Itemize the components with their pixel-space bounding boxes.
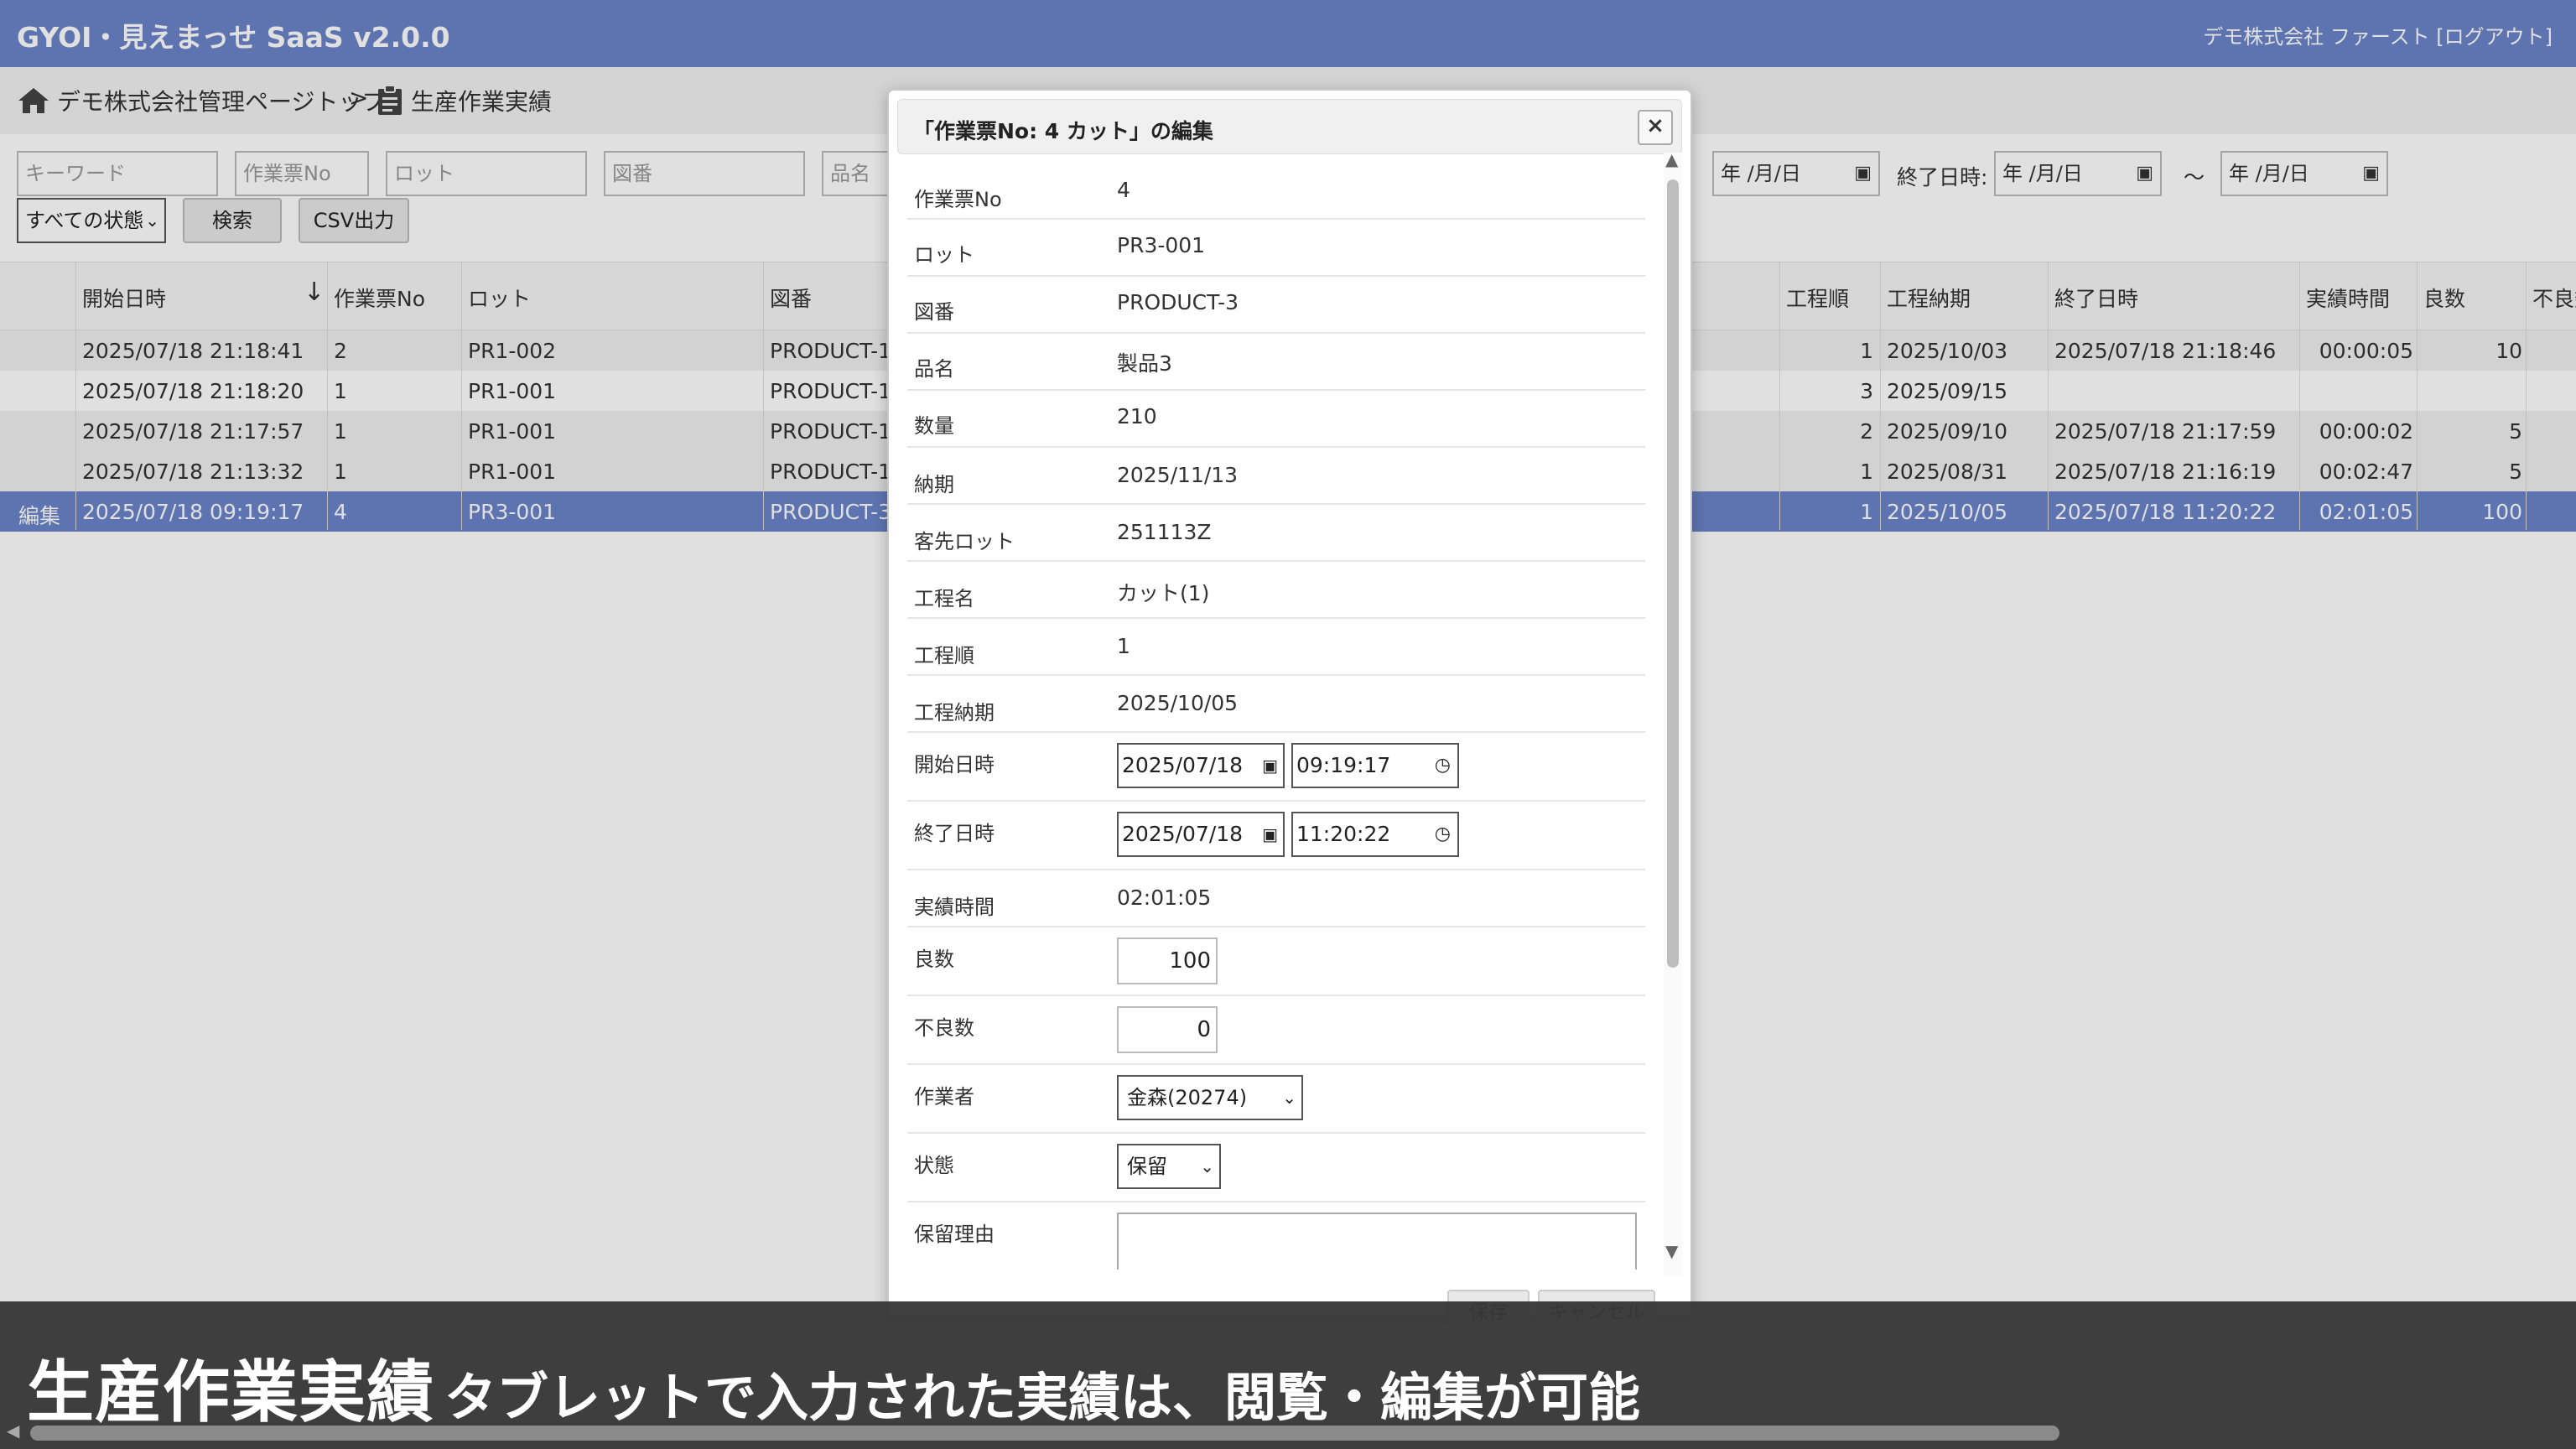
close-button[interactable]: × bbox=[1638, 110, 1673, 145]
caption-title: 生産作業実績 bbox=[27, 1353, 434, 1431]
field-row-lot: ロット PR3-001 bbox=[907, 220, 1645, 277]
scroll-up-icon[interactable]: ▲ bbox=[1665, 149, 1678, 169]
field-row-actual: 実績時間 02:01:05 bbox=[907, 870, 1645, 927]
field-row-proc-name: 工程名 カット(1) bbox=[907, 562, 1645, 619]
field-value: 製品3 bbox=[1117, 351, 1172, 376]
worker-select-value: 金森(20274) bbox=[1127, 1086, 1248, 1109]
field-label: 品名 bbox=[914, 357, 954, 381]
field-row-proc-due: 工程納期 2025/10/05 bbox=[907, 676, 1645, 733]
field-label: 保留理由 bbox=[914, 1223, 995, 1246]
good-count-input[interactable]: 100 bbox=[1117, 937, 1218, 984]
status-select[interactable]: 保留 ⌄ bbox=[1117, 1144, 1221, 1189]
field-label: 工程納期 bbox=[914, 701, 995, 724]
scroll-left-icon[interactable]: ◀ bbox=[7, 1420, 19, 1441]
status-select-value: 保留 bbox=[1127, 1155, 1167, 1178]
end-date-value: 2025/07/18 bbox=[1122, 822, 1244, 846]
field-label: 不良数 bbox=[914, 1016, 974, 1040]
field-value: PRODUCT-3 bbox=[1117, 290, 1239, 314]
dialog-form: 作業票No 4 ロット PR3-001 図番 PRODUCT-3 品名 製品3 … bbox=[907, 163, 1645, 1270]
edit-dialog: 「作業票No: 4 カット」の編集 × 作業票No 4 ロット PR3-001 … bbox=[887, 89, 1692, 1335]
worker-select[interactable]: 金森(20274) ⌄ bbox=[1117, 1075, 1303, 1120]
end-time-input[interactable]: 11:20:22 ◷ bbox=[1291, 812, 1459, 857]
field-value: 4 bbox=[1117, 178, 1130, 202]
dialog-title: 「作業票No: 4 カット」の編集 bbox=[913, 119, 1213, 143]
chevron-down-icon: ⌄ bbox=[1282, 1088, 1296, 1108]
field-row-status: 状態 保留 ⌄ bbox=[907, 1134, 1645, 1202]
field-row-drawing: 図番 PRODUCT-3 bbox=[907, 277, 1645, 334]
dialog-scrollbar-thumb[interactable] bbox=[1667, 179, 1679, 968]
field-label: 工程順 bbox=[914, 644, 974, 667]
field-value: 2025/10/05 bbox=[1117, 691, 1239, 715]
field-label: 数量 bbox=[914, 414, 954, 438]
field-label: ロット bbox=[914, 243, 974, 267]
field-row-worker: 作業者 金森(20274) ⌄ bbox=[907, 1065, 1645, 1134]
field-label: 実績時間 bbox=[914, 896, 995, 919]
start-date-value: 2025/07/18 bbox=[1122, 753, 1244, 777]
field-value: 210 bbox=[1117, 404, 1157, 428]
field-row-good: 良数 100 bbox=[907, 927, 1645, 996]
hold-reason-textarea[interactable] bbox=[1117, 1213, 1637, 1270]
field-label: 良数 bbox=[914, 948, 954, 971]
field-row-defect: 不良数 0 bbox=[907, 996, 1645, 1065]
close-icon: × bbox=[1646, 113, 1665, 138]
dialog-header: 「作業票No: 4 カット」の編集 × bbox=[897, 99, 1682, 154]
field-label: 終了日時 bbox=[914, 822, 995, 845]
start-time-input[interactable]: 09:19:17 ◷ bbox=[1291, 743, 1459, 788]
field-value: 1 bbox=[1117, 634, 1130, 658]
field-label: 図番 bbox=[914, 300, 954, 324]
field-label: 作業者 bbox=[914, 1085, 974, 1109]
field-label: 開始日時 bbox=[914, 753, 995, 776]
field-value: 02:01:05 bbox=[1117, 886, 1212, 910]
field-row-slip-no: 作業票No 4 bbox=[907, 163, 1645, 220]
calendar-icon: ▣ bbox=[1262, 824, 1278, 844]
horizontal-scrollbar-thumb[interactable] bbox=[30, 1426, 2059, 1441]
field-row-proc-order: 工程順 1 bbox=[907, 619, 1645, 676]
field-row-due: 納期 2025/11/13 bbox=[907, 448, 1645, 505]
defect-count-input[interactable]: 0 bbox=[1117, 1006, 1218, 1053]
end-date-input[interactable]: 2025/07/18 ▣ bbox=[1117, 812, 1285, 857]
start-date-input[interactable]: 2025/07/18 ▣ bbox=[1117, 743, 1285, 788]
field-label: 工程名 bbox=[914, 587, 974, 610]
start-time-value: 09:19:17 bbox=[1296, 753, 1391, 777]
field-row-end: 終了日時 2025/07/18 ▣ 11:20:22 ◷ bbox=[907, 802, 1645, 870]
clock-icon: ◷ bbox=[1434, 823, 1451, 844]
field-label: 納期 bbox=[914, 473, 954, 496]
field-row-hold-reason: 保留理由 bbox=[907, 1202, 1645, 1270]
field-value: 251113Z bbox=[1117, 520, 1212, 544]
field-row-item: 品名 製品3 bbox=[907, 334, 1645, 391]
field-label: 作業票No bbox=[914, 188, 1002, 211]
field-value: PR3-001 bbox=[1117, 233, 1206, 257]
scroll-down-icon[interactable]: ▼ bbox=[1665, 1241, 1678, 1261]
field-row-cust-lot: 客先ロット 251113Z bbox=[907, 505, 1645, 562]
field-label: 客先ロット bbox=[914, 530, 1015, 553]
field-label: 状態 bbox=[914, 1154, 954, 1177]
chevron-down-icon: ⌄ bbox=[1200, 1156, 1214, 1176]
field-row-start: 開始日時 2025/07/18 ▣ 09:19:17 ◷ bbox=[907, 733, 1645, 802]
clock-icon: ◷ bbox=[1434, 755, 1451, 776]
calendar-icon: ▣ bbox=[1262, 756, 1278, 776]
field-value: 2025/11/13 bbox=[1117, 463, 1239, 487]
caption-subtitle: タブレットで入力された実績は、閲覧・編集が可能 bbox=[444, 1367, 1641, 1428]
field-row-qty: 数量 210 bbox=[907, 391, 1645, 448]
end-time-value: 11:20:22 bbox=[1296, 822, 1391, 846]
field-value: カット(1) bbox=[1117, 581, 1210, 605]
